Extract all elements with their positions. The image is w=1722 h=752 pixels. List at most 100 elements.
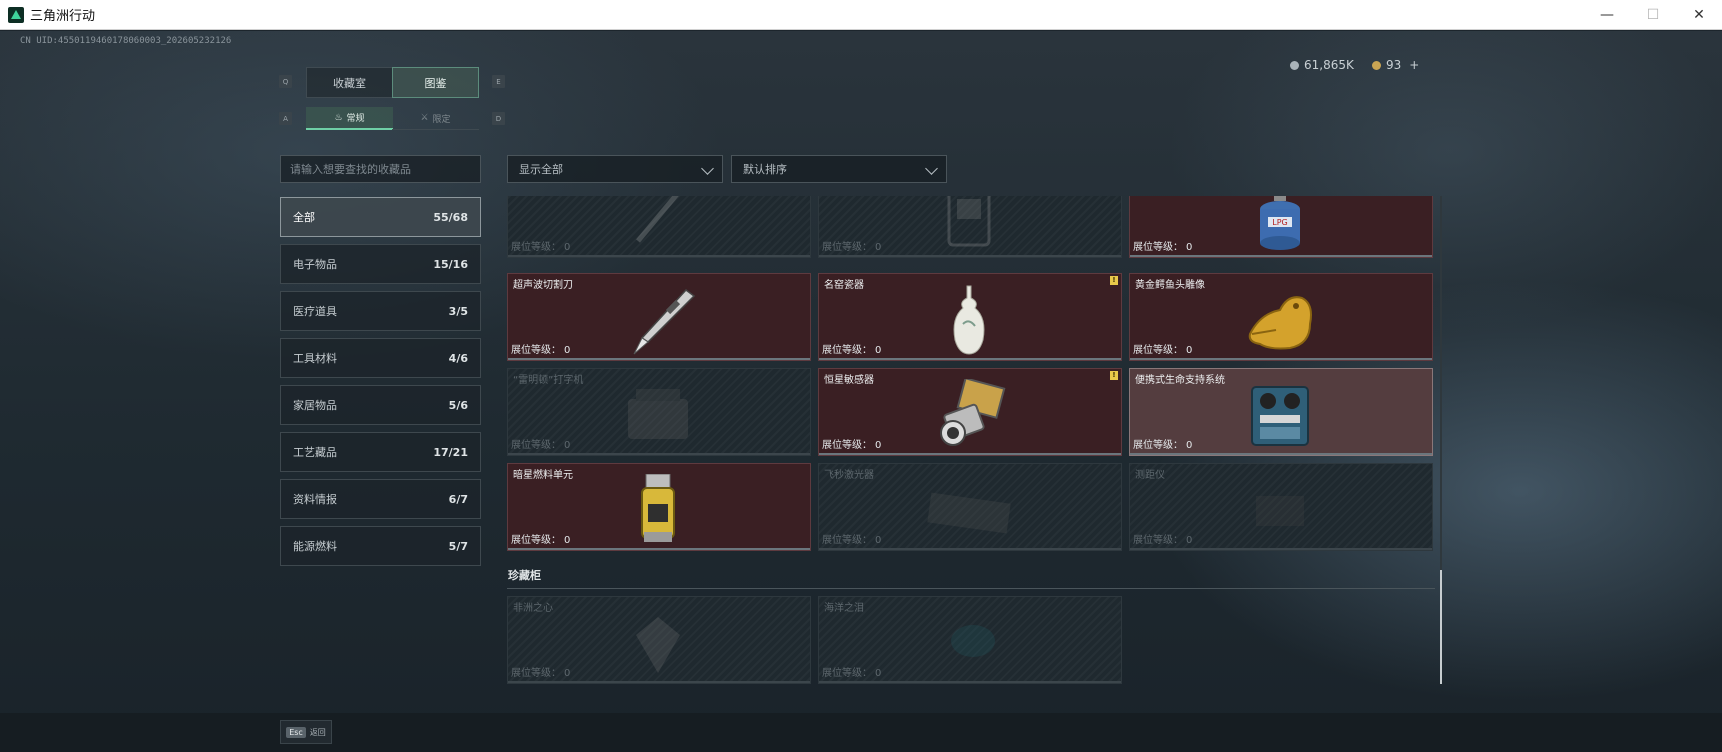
card-underline (508, 548, 810, 550)
collection-card[interactable]: 非洲之心 展位等级： 0 (507, 596, 811, 684)
subtab-regular[interactable]: ♨ 常规 (306, 107, 393, 130)
display-level-value: 0 (564, 242, 571, 253)
chevron-down-icon (701, 162, 714, 175)
collection-card[interactable]: 黄金鳄鱼头雕像 展位等级： 0 (1129, 273, 1433, 361)
card-underline (819, 681, 1121, 683)
display-level: 展位等级： 0 (822, 664, 881, 679)
collection-card[interactable]: 超声波切割刀 展位等级： 0 (507, 273, 811, 361)
category-item[interactable]: 能源燃料 5/7 (280, 526, 481, 566)
display-level-label: 展位等级： (822, 345, 872, 356)
display-level: 展位等级： 0 (511, 341, 570, 356)
category-label: 家居物品 (293, 399, 337, 412)
section-divider (507, 588, 1435, 589)
card-underline (819, 358, 1121, 360)
window-title: 三角洲行动 (30, 9, 96, 24)
collection-card[interactable]: 展位等级： 0 (507, 196, 811, 258)
collection-card[interactable]: 暗星燃料单元展位等级： 0 (507, 463, 811, 551)
add-gold-button[interactable]: + (1409, 58, 1419, 72)
display-level: 展位等级： 0 (1133, 531, 1192, 546)
star-sensor-icon (919, 377, 1019, 451)
display-level: 展位等级： 0 (511, 531, 570, 546)
card-underline (1130, 255, 1432, 257)
svg-text:LPG: LPG (1272, 218, 1287, 227)
item-name: 测距仪 (1135, 470, 1165, 481)
item-name: 便携式生命支持系统 (1135, 375, 1225, 386)
collection-card[interactable]: 飞秒激光器 展位等级： 0 (818, 463, 1122, 551)
item-name: 恒星敏感器 (824, 375, 874, 386)
subtab-left-key-hint: A (279, 112, 292, 125)
uid-text: CN UID:4550119460178060003_202605232126 (20, 36, 232, 46)
gas-tank-icon: LPG (1230, 196, 1330, 253)
life-support-icon (1230, 379, 1330, 451)
sort-dropdown[interactable]: 默认排序 (731, 155, 947, 183)
display-level-label: 展位等级： (511, 535, 561, 546)
collection-card[interactable]: “雷明顿”打字机 展位等级： 0 (507, 368, 811, 456)
close-button[interactable]: ✕ (1676, 0, 1722, 30)
gold-amount: 93 (1386, 58, 1402, 72)
search-input[interactable] (280, 155, 481, 183)
new-badge-icon: ! (1110, 371, 1118, 380)
category-item[interactable]: 家居物品 5/6 (280, 385, 481, 425)
card-underline (1130, 548, 1432, 550)
maximize-button[interactable]: ☐ (1630, 0, 1676, 30)
category-label: 能源燃料 (293, 540, 337, 553)
pen-icon (608, 196, 708, 253)
category-count: 17/21 (433, 445, 468, 459)
section-title: 珍藏柜 (508, 569, 541, 582)
back-button[interactable]: Esc 返回 (280, 720, 332, 744)
category-count: 4/6 (448, 351, 468, 365)
display-level: 展位等级： 0 (822, 436, 881, 451)
collection-card[interactable]: 便携式生命支持系统 展位等级： 0 (1129, 368, 1433, 456)
display-level: 展位等级： 0 (1133, 436, 1192, 451)
collection-card[interactable]: 名窑瓷器! 展位等级： 0 (818, 273, 1122, 361)
gold-currency: 93 + (1372, 58, 1419, 72)
rangefinder-icon (1230, 474, 1330, 546)
card-underline (508, 358, 810, 360)
subtab-limited[interactable]: ⚔ 限定 (392, 107, 479, 130)
display-level-label: 展位等级： (511, 440, 561, 451)
category-count: 6/7 (448, 492, 468, 506)
minimize-button[interactable]: — (1584, 0, 1630, 30)
window-controls: — ☐ ✕ (1584, 0, 1722, 30)
silver-amount: 61,865K (1304, 58, 1354, 72)
category-item[interactable]: 电子物品 15/16 (280, 244, 481, 284)
display-level: 展位等级： 0 (511, 238, 570, 253)
item-name: 暗星燃料单元 (513, 470, 573, 481)
category-item[interactable]: 医疗道具 3/5 (280, 291, 481, 331)
collection-card[interactable]: LPG 展位等级： 0 (1129, 196, 1433, 258)
typewriter-icon (608, 379, 708, 451)
collection-card[interactable]: 展位等级： 0 (818, 196, 1122, 258)
tab-catalog[interactable]: 图鉴 (392, 67, 479, 98)
app-logo-icon (8, 6, 24, 23)
category-label: 资料情报 (293, 493, 337, 506)
category-item[interactable]: 资料情报 6/7 (280, 479, 481, 519)
collection-card[interactable]: 海洋之泪 展位等级： 0 (818, 596, 1122, 684)
category-item[interactable]: 工艺藏品 17/21 (280, 432, 481, 472)
bottom-bar (0, 713, 1722, 752)
category-count: 5/7 (448, 539, 468, 553)
collection-card[interactable]: 恒星敏感器! 展位等级： 0 (818, 368, 1122, 456)
esc-key-icon: Esc (286, 726, 306, 738)
tab-left-key-hint: Q (279, 75, 292, 88)
card-underline (1130, 358, 1432, 360)
display-level-value: 0 (1186, 242, 1193, 253)
display-level-label: 展位等级： (1133, 440, 1183, 451)
chevron-down-icon (925, 162, 938, 175)
item-name: 飞秒激光器 (824, 470, 874, 481)
silver-currency: 61,865K (1290, 58, 1354, 72)
display-level-label: 展位等级： (822, 242, 872, 253)
display-level-value: 0 (1186, 440, 1193, 451)
display-level-value: 0 (1186, 535, 1193, 546)
tab-collection-room[interactable]: 收藏室 (306, 67, 393, 98)
gold-crocodile-icon (1230, 284, 1330, 356)
display-level: 展位等级： 0 (511, 664, 570, 679)
category-item[interactable]: 工具材料 4/6 (280, 338, 481, 378)
subtab-regular-label: 常规 (346, 114, 365, 124)
category-item[interactable]: 全部 55/68 (280, 197, 481, 237)
show-filter-dropdown[interactable]: 显示全部 (507, 155, 723, 183)
card-underline (508, 453, 810, 455)
item-name: “雷明顿”打字机 (513, 375, 584, 386)
subtab-right-key-hint: D (492, 112, 505, 125)
scrollbar-thumb[interactable] (1440, 570, 1442, 684)
collection-card[interactable]: 测距仪展位等级： 0 (1129, 463, 1433, 551)
